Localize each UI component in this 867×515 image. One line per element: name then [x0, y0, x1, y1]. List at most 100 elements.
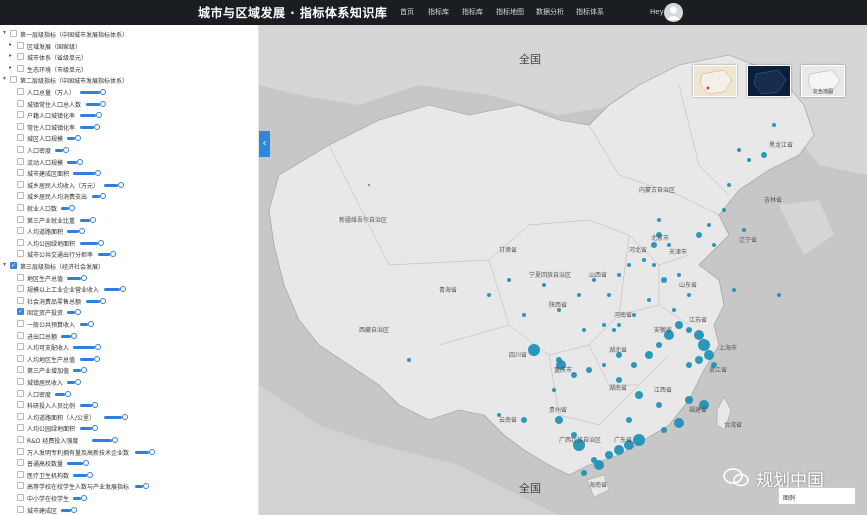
indicator-item[interactable]: 地区生产总值 — [0, 273, 258, 284]
weight-slider-handle[interactable] — [120, 286, 127, 293]
indicator-checkbox[interactable] — [17, 134, 24, 142]
indicator-checkbox[interactable] — [17, 111, 24, 119]
weight-slider-track[interactable] — [79, 114, 96, 118]
indicator-checkbox[interactable] — [17, 343, 24, 351]
weight-slider-track[interactable] — [61, 334, 71, 338]
indicator-dot[interactable] — [581, 470, 587, 476]
indicator-item[interactable]: 常住人口城镇化率 — [0, 122, 258, 133]
weight-slider-track[interactable] — [98, 253, 111, 257]
indicator-item[interactable]: 科研投入人员比例 — [0, 400, 258, 411]
indicator-dot[interactable] — [582, 328, 586, 332]
indicator-checkbox[interactable] — [17, 470, 24, 478]
weight-slider-track[interactable] — [73, 497, 82, 500]
indicator-dot[interactable] — [617, 273, 621, 277]
indicator-item[interactable]: 人均公园绿地面积 — [0, 423, 258, 434]
weight-slider-track[interactable] — [67, 381, 76, 384]
indicator-checkbox[interactable] — [17, 227, 24, 235]
weight-slider-handle[interactable] — [95, 344, 102, 351]
nav-item-indicator-lib-2[interactable]: 指标库 — [462, 7, 483, 17]
basemap-dark-thumb[interactable] — [747, 65, 791, 97]
weight-slider-handle[interactable] — [91, 425, 98, 432]
indicator-dot[interactable] — [685, 396, 693, 404]
weight-slider-track[interactable] — [85, 299, 100, 303]
indicator-item[interactable]: 高等学校在校学生人数与产业发展指标 — [0, 481, 258, 492]
indicator-dot[interactable] — [521, 417, 527, 423]
weight-slider-track[interactable] — [73, 473, 88, 477]
indicator-dot[interactable] — [607, 293, 611, 297]
weight-slider-track[interactable] — [79, 125, 94, 129]
indicator-checkbox[interactable] — [17, 180, 24, 188]
tree-subgroup[interactable]: ▸ 区域发展（国家级） — [0, 41, 258, 52]
nav-item-home[interactable]: 首页 — [400, 7, 414, 17]
indicator-checkbox[interactable] — [17, 88, 24, 95]
indicator-dot[interactable] — [612, 328, 616, 332]
indicator-item[interactable]: 一般公共预算收入 — [0, 319, 258, 330]
nav-item-indicator-map[interactable]: 指标地图 — [496, 7, 524, 17]
weight-slider-track[interactable] — [79, 218, 90, 222]
weight-slider-handle[interactable] — [87, 321, 94, 327]
weight-slider-handle[interactable] — [99, 89, 106, 95]
weight-slider-handle[interactable] — [69, 205, 75, 211]
indicator-dot[interactable] — [712, 243, 716, 247]
weight-slider-handle[interactable] — [110, 251, 117, 258]
indicator-checkbox[interactable] — [17, 424, 24, 432]
caret-right-icon[interactable]: ▸ — [9, 64, 12, 71]
indicator-checkbox[interactable] — [17, 401, 24, 409]
indicator-checkbox[interactable] — [17, 146, 24, 153]
subgroup-checkbox[interactable] — [17, 64, 24, 72]
indicator-item[interactable]: 人口总量（万人） — [0, 87, 258, 98]
weight-slider-handle[interactable] — [95, 112, 102, 119]
indicator-item[interactable]: 城市建成区 — [0, 505, 258, 515]
indicator-checkbox[interactable] — [17, 99, 24, 107]
indicator-dot[interactable] — [742, 228, 746, 232]
weight-slider-handle[interactable] — [97, 239, 104, 246]
indicator-checkbox[interactable] — [17, 285, 24, 293]
indicator-dot[interactable] — [594, 460, 604, 470]
indicator-dot[interactable] — [542, 283, 546, 287]
weight-slider-handle[interactable] — [77, 158, 84, 165]
indicator-dot[interactable] — [528, 344, 540, 356]
weight-slider-track[interactable] — [104, 288, 121, 292]
indicator-dot[interactable] — [602, 323, 606, 327]
indicator-dot[interactable] — [772, 123, 776, 127]
indicator-dot[interactable] — [522, 313, 526, 317]
indicator-dot[interactable] — [657, 218, 661, 222]
weight-slider-track[interactable] — [54, 392, 65, 396]
user-avatar-icon[interactable] — [664, 3, 683, 22]
weight-slider-handle[interactable] — [122, 413, 129, 420]
indicator-dot[interactable] — [687, 293, 691, 297]
indicator-dot[interactable] — [698, 339, 710, 351]
indicator-dot[interactable] — [645, 351, 653, 359]
weight-slider-handle[interactable] — [100, 193, 106, 200]
indicator-dot[interactable] — [696, 232, 702, 238]
weight-slider-track[interactable] — [61, 207, 69, 210]
indicator-dot[interactable] — [635, 391, 643, 399]
weight-slider-track[interactable] — [67, 462, 84, 466]
indicator-checkbox[interactable] — [17, 215, 24, 223]
weight-slider-track[interactable] — [79, 323, 88, 326]
weight-slider-track[interactable] — [79, 427, 92, 431]
indicator-item[interactable]: 医疗卫生机构数 — [0, 470, 258, 481]
indicator-dot[interactable] — [368, 184, 370, 186]
weight-slider-track[interactable] — [79, 404, 92, 408]
weight-slider-track[interactable] — [85, 102, 100, 106]
indicator-item[interactable]: 社会消费品零售总额 — [0, 296, 258, 307]
weight-slider-track[interactable] — [73, 369, 82, 373]
indicator-checkbox[interactable] — [17, 169, 24, 177]
indicator-checkbox[interactable] — [17, 354, 24, 362]
indicator-item[interactable]: ✓ 固定资产投资 — [0, 307, 258, 318]
weight-slider-handle[interactable] — [93, 355, 100, 362]
indicator-dot[interactable] — [675, 321, 683, 329]
basemap-gray-thumb[interactable]: 灰色地图 — [801, 65, 845, 97]
indicator-item[interactable]: R&D 经费投入强度 — [0, 435, 258, 446]
indicator-checkbox[interactable] — [17, 389, 24, 397]
weight-slider-track[interactable] — [73, 346, 96, 350]
weight-slider-handle[interactable] — [75, 309, 82, 316]
indicator-dot[interactable] — [632, 313, 636, 317]
indicator-dot[interactable] — [656, 402, 662, 408]
weight-slider-handle[interactable] — [64, 390, 71, 397]
indicator-dot[interactable] — [652, 263, 656, 267]
indicator-dot[interactable] — [656, 342, 662, 348]
indicator-checkbox[interactable] — [17, 447, 24, 455]
weight-slider-handle[interactable] — [99, 100, 106, 107]
